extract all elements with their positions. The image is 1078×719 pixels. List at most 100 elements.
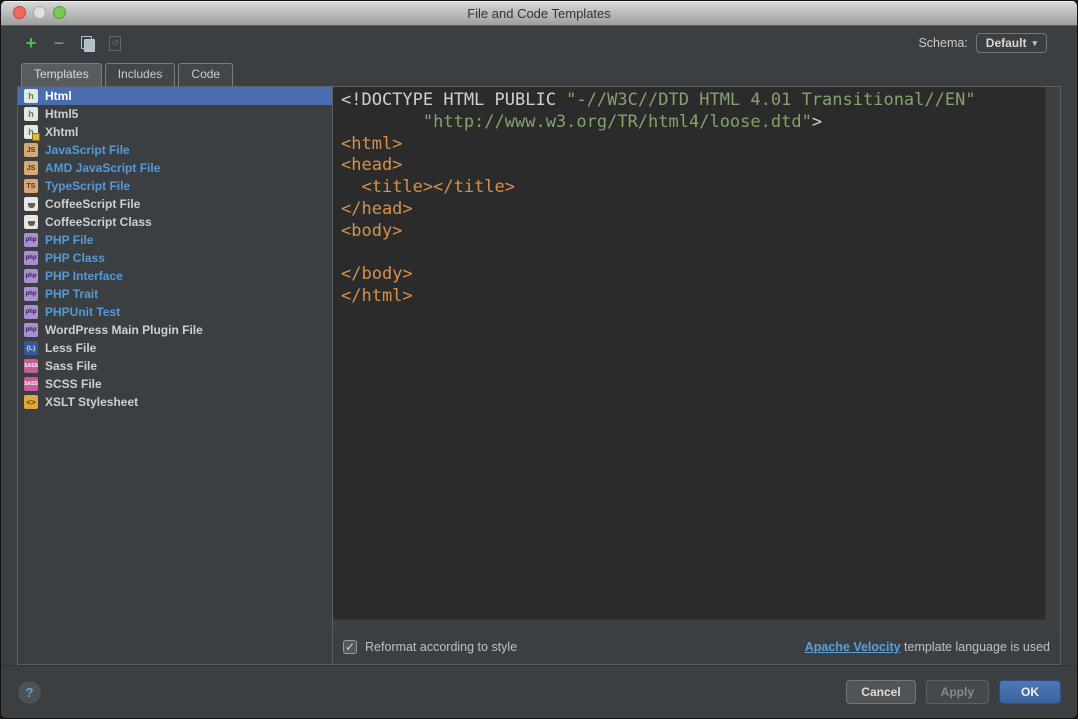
php-file-icon: php	[24, 305, 38, 319]
revert-template-button[interactable]: ↺	[103, 32, 127, 54]
reformat-checkbox[interactable]: ✓	[343, 640, 357, 654]
xslt-file-icon: <>	[24, 395, 38, 409]
list-item-php-class[interactable]: php PHP Class	[18, 249, 332, 267]
list-item-label: Xhtml	[45, 125, 79, 139]
editor-area: <!DOCTYPE HTML PUBLIC "-//W3C//DTD HTML …	[333, 87, 1060, 630]
sass-file-icon: SASS	[24, 377, 38, 391]
php-file-icon: php	[24, 233, 38, 247]
list-item-label: CoffeeScript File	[45, 197, 141, 211]
list-item-label: JavaScript File	[45, 143, 130, 157]
scrollbar-corner	[1046, 620, 1060, 630]
vertical-scrollbar[interactable]	[1045, 87, 1060, 620]
button-bar: ? Cancel Apply OK	[1, 665, 1077, 718]
titlebar[interactable]: File and Code Templates	[1, 1, 1077, 26]
list-item-coffeescript-class[interactable]: CoffeeScript Class	[18, 213, 332, 231]
list-item-wordpress-main-plugin-file[interactable]: php WordPress Main Plugin File	[18, 321, 332, 339]
tab-templates[interactable]: Templates	[21, 63, 102, 86]
schema-dropdown[interactable]: Default ▾	[975, 33, 1047, 53]
code-line: "http://www.w3.org/TR/html4/loose.dtd">	[341, 111, 823, 132]
add-template-button[interactable]: +	[19, 32, 43, 54]
tab-bar: Templates Includes Code	[1, 60, 1077, 86]
code-editor[interactable]: <!DOCTYPE HTML PUBLIC "-//W3C//DTD HTML …	[333, 87, 1046, 620]
close-icon[interactable]	[13, 6, 26, 19]
sass-file-icon: SASS	[24, 359, 38, 373]
php-file-icon: php	[24, 323, 38, 337]
velocity-note-text: template language is used	[900, 640, 1050, 654]
copy-icon	[81, 36, 95, 52]
list-item-label: PHP Class	[45, 251, 105, 265]
tab-code[interactable]: Code	[178, 63, 234, 86]
less-file-icon: {L}	[24, 341, 38, 355]
list-item-php-interface[interactable]: php PHP Interface	[18, 267, 332, 285]
list-item-label: Sass File	[45, 359, 98, 373]
editor-footer: ✓ Reformat according to style Apache Vel…	[333, 630, 1060, 664]
php-file-icon: php	[24, 287, 38, 301]
list-item-php-trait[interactable]: php PHP Trait	[18, 285, 332, 303]
list-item-less-file[interactable]: {L} Less File	[18, 339, 332, 357]
code-line: <body>	[341, 220, 403, 241]
schema-label: Schema:	[918, 36, 968, 50]
list-item-html5[interactable]: h Html5	[18, 105, 332, 123]
xhtml-file-icon: h	[24, 125, 40, 141]
list-item-label: Html5	[45, 107, 79, 121]
list-item-amd-javascript-file[interactable]: JS AMD JavaScript File	[18, 159, 332, 177]
list-item-xslt-stylesheet[interactable]: <> XSLT Stylesheet	[18, 393, 332, 411]
file-and-code-templates-dialog: File and Code Templates + − ↺ Schema: De…	[0, 0, 1078, 719]
code-line: </html>	[341, 286, 413, 307]
list-item-phpunit-test[interactable]: php PHPUnit Test	[18, 303, 332, 321]
code-line: <html>	[341, 133, 403, 154]
list-item-label: AMD JavaScript File	[45, 161, 161, 175]
list-item-typescript-file[interactable]: TS TypeScript File	[18, 177, 332, 195]
ts-file-icon: TS	[24, 179, 38, 193]
chevron-down-icon: ▾	[1032, 37, 1037, 48]
apply-button[interactable]: Apply	[925, 680, 989, 704]
list-item-label: SCSS File	[45, 377, 102, 391]
code-line: <head>	[341, 155, 403, 176]
code-line: <!DOCTYPE HTML PUBLIC "-//W3C//DTD HTML …	[341, 90, 976, 110]
revert-icon: ↺	[109, 35, 121, 51]
list-item-label: PHP Trait	[45, 287, 99, 301]
remove-template-button[interactable]: −	[47, 32, 71, 54]
apache-velocity-link[interactable]: Apache Velocity	[805, 640, 901, 654]
tab-includes[interactable]: Includes	[104, 63, 176, 86]
editor-pane: <!DOCTYPE HTML PUBLIC "-//W3C//DTD HTML …	[333, 87, 1060, 664]
list-item-label: PHP File	[45, 233, 94, 247]
html-file-icon: h	[24, 107, 38, 121]
list-item-xhtml[interactable]: h Xhtml	[18, 123, 332, 141]
list-item-sass-file[interactable]: SASS Sass File	[18, 357, 332, 375]
horizontal-scrollbar[interactable]	[333, 619, 1046, 630]
code-line: </body>	[341, 264, 413, 285]
list-item-label: Html	[45, 89, 72, 103]
list-item-label: TypeScript File	[45, 179, 131, 193]
template-list[interactable]: h Html h Html5 h Xhtml JS JavaScript File JS AMD …	[18, 87, 333, 664]
list-item-label: PHPUnit Test	[45, 305, 121, 319]
window-title: File and Code Templates	[467, 5, 611, 21]
ok-button[interactable]: OK	[999, 680, 1061, 704]
help-button[interactable]: ?	[17, 679, 42, 705]
list-item-php-file[interactable]: php PHP File	[18, 231, 332, 249]
js-file-icon: JS	[24, 143, 38, 157]
list-item-label: CoffeeScript Class	[45, 215, 152, 229]
content-area: h Html h Html5 h Xhtml JS JavaScript File JS AMD …	[17, 86, 1061, 665]
list-item-scss-file[interactable]: SASS SCSS File	[18, 375, 332, 393]
toolbar: + − ↺ Schema: Default ▾	[1, 26, 1077, 60]
code-line: <title></title>	[361, 177, 516, 198]
js-file-icon: JS	[24, 161, 38, 175]
list-item-javascript-file[interactable]: JS JavaScript File	[18, 141, 332, 159]
cancel-button[interactable]: Cancel	[846, 680, 916, 704]
list-item-html[interactable]: h Html	[18, 87, 332, 105]
list-item-coffeescript-file[interactable]: CoffeeScript File	[18, 195, 332, 213]
code-line: </head>	[341, 198, 413, 219]
coffee-file-icon	[24, 197, 38, 211]
list-item-label: PHP Interface	[45, 269, 123, 283]
minimize-icon	[33, 6, 46, 19]
list-item-label: Less File	[45, 341, 97, 355]
schema-value: Default	[985, 36, 1027, 50]
reformat-label[interactable]: Reformat according to style	[365, 640, 517, 654]
php-file-icon: php	[24, 269, 38, 283]
copy-template-button[interactable]	[75, 32, 99, 54]
list-item-label: WordPress Main Plugin File	[45, 323, 203, 337]
velocity-note: Apache Velocity template language is use…	[805, 640, 1050, 654]
zoom-icon[interactable]	[53, 6, 66, 19]
